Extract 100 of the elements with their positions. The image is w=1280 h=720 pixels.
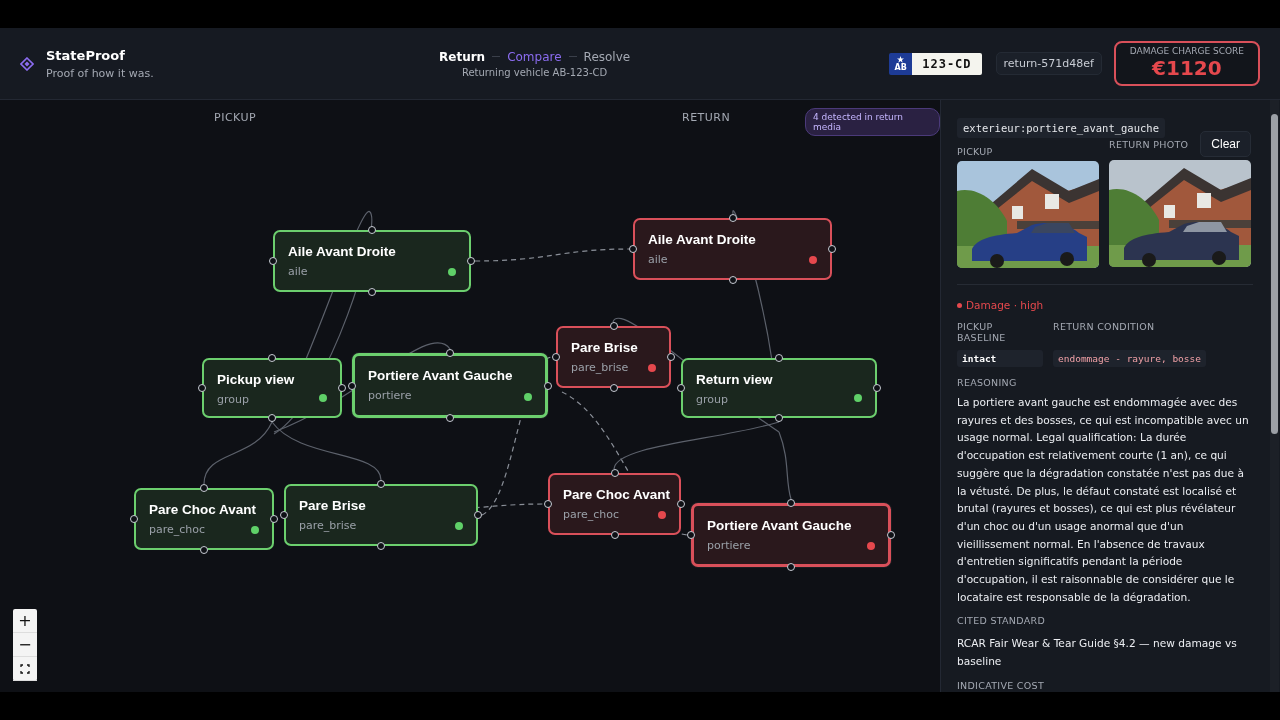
connection-handle[interactable] (728, 214, 737, 222)
connection-handle[interactable] (610, 531, 619, 539)
node-type: pare_brise (571, 361, 629, 374)
graph-node[interactable]: Return view group (681, 358, 877, 418)
status-dot (448, 268, 456, 276)
node-title: Aile Avant Droite (288, 244, 396, 259)
baseline-label: PICKUP BASELINE (957, 321, 1007, 343)
scrollbar-thumb[interactable] (1271, 114, 1278, 434)
app-title: StateProof (46, 47, 126, 63)
node-type: portiere (707, 539, 751, 552)
scrollbar[interactable] (1270, 100, 1279, 692)
score-label: DAMAGE CHARGE SCORE (1129, 46, 1244, 56)
connection-handle[interactable] (610, 469, 619, 477)
status-dot (809, 256, 817, 264)
connection-handle[interactable] (677, 384, 685, 392)
graph-node[interactable]: Pare Brise pare_brise (556, 326, 671, 388)
node-type: aile (648, 253, 668, 266)
standard-text: RCAR Fair Wear & Tear Guide §4.2 — new damage vs baseline (957, 636, 1238, 670)
connection-handle[interactable] (200, 484, 208, 492)
connection-handle[interactable] (887, 531, 895, 539)
connection-handle[interactable] (544, 381, 552, 390)
connection-handle[interactable] (775, 414, 783, 422)
node-title: Pare Choc Avant (563, 487, 671, 502)
connection-handle[interactable] (268, 414, 276, 422)
connection-handle[interactable] (828, 245, 836, 253)
graph-node[interactable]: Pare Choc Avant pare_choc (548, 473, 681, 535)
plate-number: 123-CD (912, 52, 982, 75)
condition-label: RETURN CONDITION (1053, 321, 1155, 334)
connection-handle[interactable] (368, 226, 376, 234)
reasoning-label: REASONING (957, 377, 1018, 388)
node-title: Pare Choc Avant (149, 502, 257, 517)
step-tab[interactable]: Compare (507, 49, 562, 64)
connection-handle[interactable] (775, 354, 783, 362)
node-title: Return view (696, 372, 773, 387)
connection-handle[interactable] (467, 257, 475, 265)
node-title: Aile Avant Droite (648, 232, 756, 247)
detection-badge: 4 detected in return media (805, 108, 940, 136)
node-title: Pickup view (217, 372, 295, 387)
connection-handle[interactable] (130, 515, 138, 523)
vehicle-subtitle: Returning vehicle AB-123-CD (461, 66, 608, 78)
connection-handle[interactable] (198, 384, 206, 392)
connection-handle[interactable] (552, 353, 560, 361)
status-dot (319, 394, 327, 402)
connection-handle[interactable] (609, 322, 618, 330)
column-label: RETURN (682, 111, 731, 124)
zoom-button[interactable]: − (13, 633, 37, 657)
connection-handle[interactable] (728, 276, 737, 284)
node-type: group (696, 393, 728, 406)
graph-node[interactable]: Pickup view group (202, 358, 342, 418)
node-title: Pare Brise (299, 498, 366, 513)
connection-handle[interactable] (269, 257, 277, 265)
connection-handle[interactable] (687, 531, 695, 539)
graph-node[interactable]: Portiere Avant Gauche portiere (352, 353, 548, 418)
score-value: €1120 (1152, 56, 1222, 80)
connection-handle[interactable] (377, 480, 385, 488)
connection-handle[interactable] (873, 384, 881, 392)
node-title: Pare Brise (571, 340, 638, 355)
return-photo-label: RETURN PHOTO (1109, 138, 1189, 150)
connection-handle[interactable] (609, 384, 618, 392)
baseline-value: intact (957, 350, 1043, 367)
status-dot (648, 364, 656, 372)
node-type: pare_choc (149, 523, 206, 536)
reasoning-text: La portiere avant gauche est endommagée avec des rayures et des bosses, ce qui est incompatible avec un usage normal. Legal qualification: La durée d'occupation est relativement courte (1 an), ce qui suggère que la dégradation constatée n'est pas due à la vétusté. De plus, le défaut constaté est localisé et brutal (rayures et bosses), ce qui est plus révélateur d'un choc ou d'un usage anormal que d'un vieillissement normal. En l'absence de travaux d'entretien significatifs pendant la période d'occupation, il est raisonnable de considérer que le locataire est responsable de la dégradation. (957, 395, 1250, 605)
status-dot (524, 393, 532, 401)
plate-region: AB (894, 62, 907, 72)
app-tagline: Proof of how it was. (46, 66, 154, 80)
connection-handle[interactable] (446, 349, 454, 357)
status-dot (658, 511, 666, 519)
connection-handle[interactable] (268, 354, 276, 362)
connection-handle[interactable] (677, 500, 685, 508)
step-tab[interactable]: Return (439, 49, 486, 64)
connection-handle[interactable] (446, 414, 454, 422)
field-key: exterieur:portiere_avant_gauche (957, 118, 1165, 138)
damage-verdict: Damage · high (966, 299, 1044, 311)
zoom-button[interactable]: + (13, 609, 37, 633)
pickup-photo-label: PICKUP (957, 146, 994, 157)
node-title: Portiere Avant Gauche (707, 518, 852, 533)
connection-handle[interactable] (200, 546, 208, 554)
graph-node[interactable]: Aile Avant Droite aile (273, 230, 471, 292)
connection-handle[interactable] (787, 499, 795, 507)
connection-handle[interactable] (629, 245, 637, 253)
connection-handle[interactable] (544, 500, 552, 508)
star-icon (897, 55, 905, 63)
diamond-logo-icon (20, 56, 34, 71)
connection-handle[interactable] (377, 542, 385, 550)
connection-handle[interactable] (368, 288, 376, 296)
graph-node[interactable]: Portiere Avant Gauche portiere (691, 503, 891, 567)
standard-label: CITED STANDARD (957, 615, 1047, 627)
connection-handle[interactable] (667, 353, 675, 361)
status-dot (867, 542, 875, 550)
node-title: Portiere Avant Gauche (368, 368, 513, 383)
connection-handle[interactable] (474, 511, 482, 519)
graph-node[interactable]: Pare Choc Avant pare_choc (134, 488, 274, 550)
graph-node[interactable]: Pare Brise pare_brise (284, 484, 478, 546)
step-tab[interactable]: Resolve (583, 49, 631, 64)
clear-button[interactable]: Clear (1200, 131, 1251, 157)
graph-node[interactable]: Aile Avant Droite aile (633, 218, 832, 280)
connection-handle[interactable] (787, 563, 795, 571)
node-type: pare_choc (563, 508, 620, 521)
column-label: PICKUP (214, 111, 257, 124)
